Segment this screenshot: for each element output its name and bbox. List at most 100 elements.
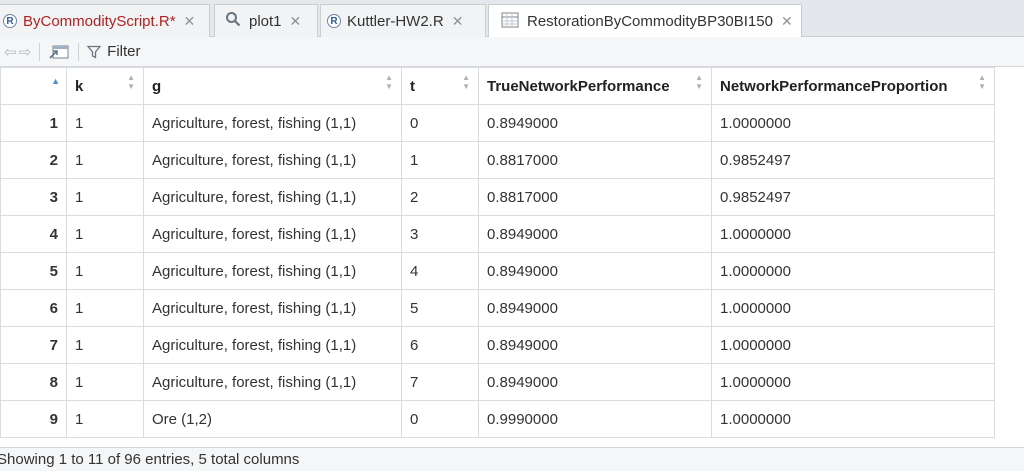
funnel-icon (87, 45, 102, 59)
cell-g: Agriculture, forest, fishing (1,1) (143, 215, 402, 253)
column-header-truenetworkperformance[interactable]: TrueNetworkPerformance ▲ ▼ (478, 67, 712, 105)
status-bar: Showing 1 to 11 of 96 entries, 5 total c… (0, 447, 1024, 471)
cell-k: 1 (66, 400, 144, 438)
row-number: 1 (0, 104, 67, 142)
filter-button[interactable]: Filter (87, 43, 141, 60)
cell-truenetworkperformance: 0.8949000 (478, 252, 712, 290)
sort-toggle-icon: ▲ ▼ (462, 73, 470, 91)
sort-toggle-icon: ▲ ▼ (978, 73, 986, 91)
cell-t: 5 (401, 289, 479, 327)
table-row[interactable]: 4 1 Agriculture, forest, fishing (1,1) 3 0.8… (0, 215, 995, 253)
close-icon[interactable]: ✕ (781, 13, 793, 30)
table-row[interactable]: 9 1 Ore (1,2) 0 0.9990000 1.0000000 (0, 400, 995, 438)
row-index-header[interactable]: ▲ (0, 67, 67, 105)
cell-networkperformanceproportion: 0.9852497 (711, 178, 995, 216)
tab-label: plot1 (249, 12, 282, 30)
tab-plot1[interactable]: plot1 ✕ (214, 4, 318, 37)
cell-networkperformanceproportion: 1.0000000 (711, 326, 995, 364)
toolbar-divider (39, 42, 41, 61)
filter-label: Filter (107, 43, 141, 60)
forward-arrow-icon[interactable]: ⇨ (19, 43, 32, 61)
table-row[interactable]: 7 1 Agriculture, forest, fishing (1,1) 6 0.8… (0, 326, 995, 364)
column-header-t[interactable]: t ▲ ▼ (401, 67, 479, 105)
row-number: 8 (0, 363, 67, 401)
cell-networkperformanceproportion: 1.0000000 (711, 400, 995, 438)
cell-g: Agriculture, forest, fishing (1,1) (143, 363, 402, 401)
sort-toggle-icon: ▲ ▼ (127, 73, 135, 91)
row-number: 2 (0, 141, 67, 179)
popout-window-icon[interactable] (48, 43, 70, 61)
r-file-icon: R (327, 14, 341, 28)
table-row[interactable]: 6 1 Agriculture, forest, fishing (1,1) 5 0.8… (0, 289, 995, 327)
close-icon[interactable]: ✕ (290, 13, 302, 30)
cell-t: 2 (401, 178, 479, 216)
table-row[interactable]: 2 1 Agriculture, forest, fishing (1,1) 1 0.8… (0, 141, 995, 179)
cell-t: 7 (401, 363, 479, 401)
row-number: 7 (0, 326, 67, 364)
editor-tab-bar: R ByCommodityScript.R* ✕ plot1 ✕ R Kuttl… (0, 0, 1024, 38)
cell-truenetworkperformance: 0.8949000 (478, 326, 712, 364)
cell-truenetworkperformance: 0.9990000 (478, 400, 712, 438)
column-header-label: k (75, 77, 84, 95)
cell-k: 1 (66, 104, 144, 142)
close-icon[interactable]: ✕ (452, 13, 464, 30)
column-header-k[interactable]: k ▲ ▼ (66, 67, 144, 105)
cell-t: 1 (401, 141, 479, 179)
tab-label: Kuttler-HW2.R (347, 12, 444, 30)
cell-k: 1 (66, 326, 144, 364)
cell-g: Agriculture, forest, fishing (1,1) (143, 178, 402, 216)
data-grid: ▲ k ▲ ▼ g ▲ ▼ t ▲ ▼ TrueNetworkPerformance ▲ ▼ N… (0, 67, 995, 438)
row-number: 4 (0, 215, 67, 253)
cell-truenetworkperformance: 0.8949000 (478, 289, 712, 327)
cell-networkperformanceproportion: 0.9852497 (711, 141, 995, 179)
row-number: 6 (0, 289, 67, 327)
toolbar-divider (78, 42, 80, 61)
table-row[interactable]: 1 1 Agriculture, forest, fishing (1,1) 0 0.8… (0, 104, 995, 142)
cell-networkperformanceproportion: 1.0000000 (711, 289, 995, 327)
tab-bycommodityscript[interactable]: R ByCommodityScript.R* ✕ (0, 4, 210, 37)
cell-k: 1 (66, 215, 144, 253)
sort-toggle-icon: ▲ ▼ (695, 73, 703, 91)
column-header-networkperformanceproportion[interactable]: NetworkPerformanceProportion ▲ ▼ (711, 67, 995, 105)
entries-summary: Showing 1 to 11 of 96 entries, 5 total c… (0, 451, 300, 468)
table-row[interactable]: 3 1 Agriculture, forest, fishing (1,1) 2 0.8… (0, 178, 995, 216)
r-file-icon: R (3, 14, 17, 28)
sort-ascending-icon: ▲ (51, 76, 60, 86)
cell-truenetworkperformance: 0.8817000 (478, 178, 712, 216)
table-row[interactable]: 5 1 Agriculture, forest, fishing (1,1) 4 0.8… (0, 252, 995, 290)
row-number: 3 (0, 178, 67, 216)
tab-label: ByCommodityScript.R* (23, 12, 176, 30)
close-icon[interactable]: ✕ (184, 13, 196, 30)
header-row: ▲ k ▲ ▼ g ▲ ▼ t ▲ ▼ TrueNetworkPerformance ▲ ▼ N… (0, 67, 995, 105)
cell-t: 0 (401, 104, 479, 142)
cell-networkperformanceproportion: 1.0000000 (711, 252, 995, 290)
cell-g: Ore (1,2) (143, 400, 402, 438)
column-header-label: TrueNetworkPerformance (487, 77, 670, 95)
cell-g: Agriculture, forest, fishing (1,1) (143, 326, 402, 364)
cell-g: Agriculture, forest, fishing (1,1) (143, 104, 402, 142)
cell-t: 4 (401, 252, 479, 290)
tab-kuttler-hw2[interactable]: R Kuttler-HW2.R ✕ (320, 4, 486, 37)
cell-k: 1 (66, 252, 144, 290)
cell-g: Agriculture, forest, fishing (1,1) (143, 252, 402, 290)
column-header-g[interactable]: g ▲ ▼ (143, 67, 402, 105)
cell-k: 1 (66, 141, 144, 179)
tab-restorationbycommodity[interactable]: RestorationByCommodityBP30BI150 ✕ (488, 4, 802, 38)
column-header-label: t (410, 77, 415, 95)
column-header-label: g (152, 77, 162, 95)
cell-truenetworkperformance: 0.8949000 (478, 363, 712, 401)
cell-networkperformanceproportion: 1.0000000 (711, 215, 995, 253)
table-row[interactable]: 8 1 Agriculture, forest, fishing (1,1) 7 0.8… (0, 363, 995, 401)
cell-k: 1 (66, 178, 144, 216)
cell-t: 3 (401, 215, 479, 253)
column-header-label: NetworkPerformanceProportion (720, 77, 948, 95)
cell-truenetworkperformance: 0.8949000 (478, 104, 712, 142)
cell-truenetworkperformance: 0.8817000 (478, 141, 712, 179)
sort-toggle-icon: ▲ ▼ (385, 73, 393, 91)
cell-g: Agriculture, forest, fishing (1,1) (143, 289, 402, 327)
back-arrow-icon[interactable]: ⇦ (4, 43, 17, 61)
cell-t: 6 (401, 326, 479, 364)
cell-networkperformanceproportion: 1.0000000 (711, 104, 995, 142)
row-number: 5 (0, 252, 67, 290)
magnifier-icon (225, 11, 241, 31)
